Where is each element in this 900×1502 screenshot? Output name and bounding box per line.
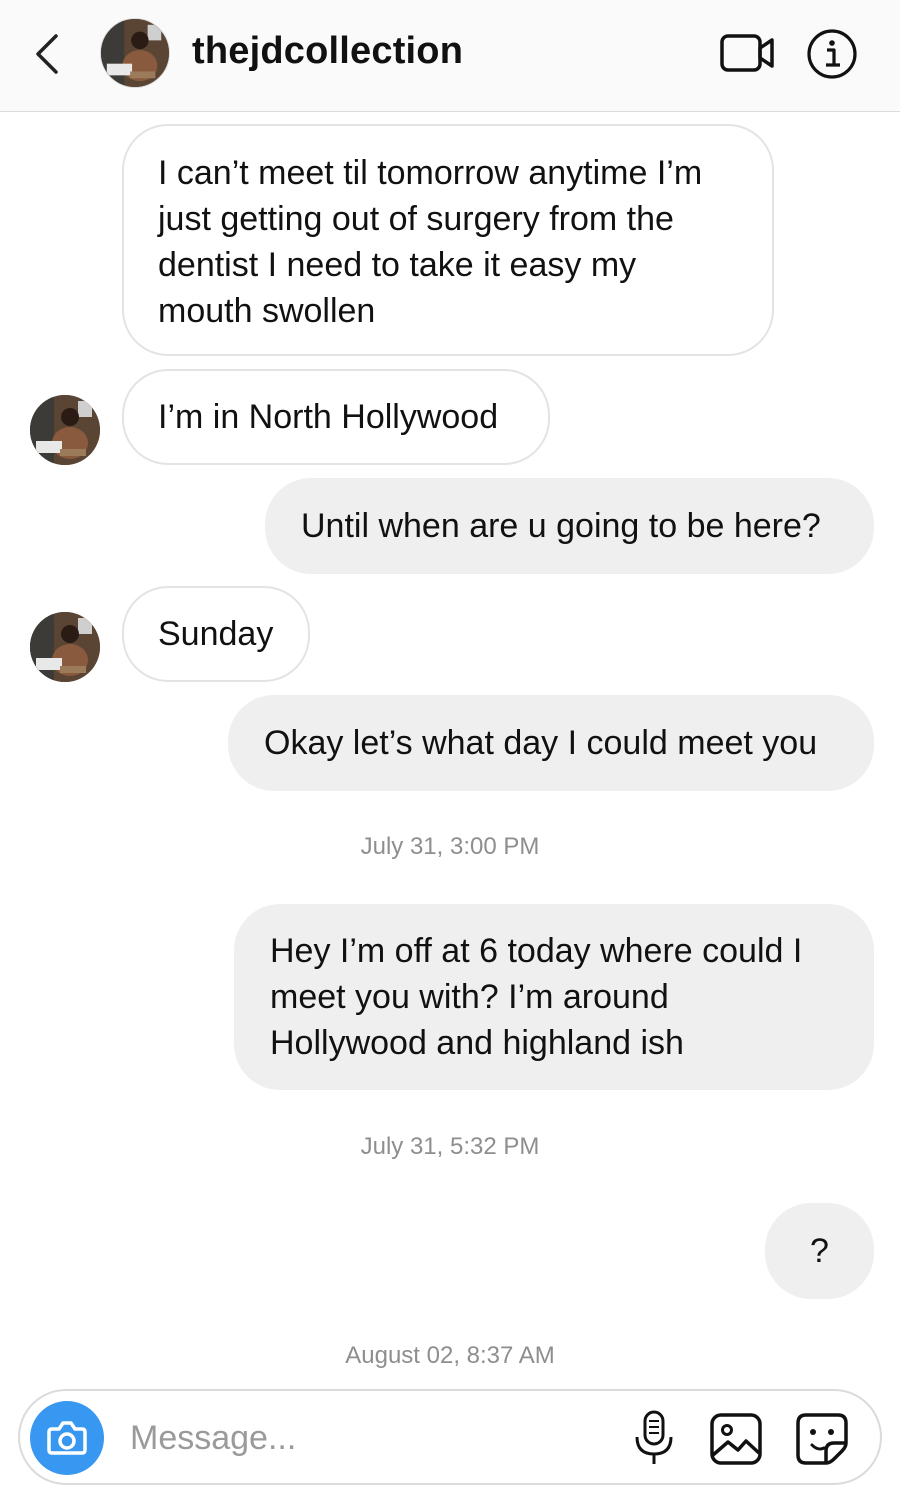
message-bubble-incoming[interactable]: I’m in North Hollywood: [122, 369, 550, 465]
message-timestamp: August 02, 8:37 AM: [345, 1342, 555, 1369]
message-bubble-outgoing[interactable]: Okay let’s what day I could meet you: [228, 695, 874, 791]
message-line: meet you with? I’m around: [270, 978, 669, 1016]
message-input[interactable]: [128, 1407, 612, 1469]
info-button[interactable]: [806, 28, 858, 80]
profile-photo: [30, 395, 100, 465]
message-composer: [18, 1389, 882, 1485]
message-line: Okay let’s what day I could meet you: [264, 724, 818, 762]
message-line: Hollywood and highland ish: [270, 1024, 684, 1062]
gallery-icon: [710, 1413, 762, 1465]
message-bubble-outgoing[interactable]: ?: [765, 1203, 874, 1299]
message-line: just getting out of surgery from the: [158, 200, 674, 238]
gallery-button[interactable]: [708, 1411, 764, 1467]
profile-photo: [30, 612, 100, 682]
profile-photo: [101, 19, 169, 87]
microphone-icon: [635, 1410, 673, 1464]
sticker-button[interactable]: [794, 1411, 850, 1467]
message-timestamp: July 31, 5:32 PM: [360, 1133, 540, 1160]
message-line: Hey I’m off at 6 today where could I: [270, 932, 803, 970]
message-bubble-outgoing[interactable]: Hey I’m off at 6 today where could I mee…: [234, 904, 874, 1090]
message-bubble-outgoing[interactable]: Until when are u going to be here?: [265, 478, 874, 574]
message-bubble-incoming[interactable]: I can’t meet til tomorrow anytime I’m ju…: [122, 124, 774, 356]
chevron-left-icon: [36, 34, 58, 74]
message-line: ?: [810, 1232, 829, 1270]
camera-icon: [47, 1421, 87, 1455]
sticker-icon: [796, 1413, 848, 1465]
info-icon: [807, 29, 857, 79]
message-timestamp: July 31, 3:00 PM: [360, 833, 540, 860]
message-line: Sunday: [158, 615, 274, 653]
header-avatar[interactable]: [100, 18, 170, 88]
video-camera-icon: [720, 34, 774, 72]
sender-avatar[interactable]: [30, 395, 100, 465]
message-line: I can’t meet til tomorrow anytime I’m: [158, 154, 703, 192]
message-line: dentist I need to take it easy my: [158, 246, 637, 284]
camera-button[interactable]: [30, 1401, 104, 1475]
chat-header: thejdcollection: [0, 0, 900, 112]
message-line: mouth swollen: [158, 292, 376, 330]
message-bubble-incoming[interactable]: Sunday: [122, 586, 310, 682]
back-button[interactable]: [26, 28, 70, 80]
voice-message-button[interactable]: [632, 1409, 676, 1467]
message-line: I’m in North Hollywood: [158, 398, 499, 436]
video-call-button[interactable]: [718, 30, 776, 76]
message-line: Until when are u going to be here?: [301, 507, 821, 545]
sender-avatar[interactable]: [30, 612, 100, 682]
chat-username[interactable]: thejdcollection: [192, 30, 463, 73]
